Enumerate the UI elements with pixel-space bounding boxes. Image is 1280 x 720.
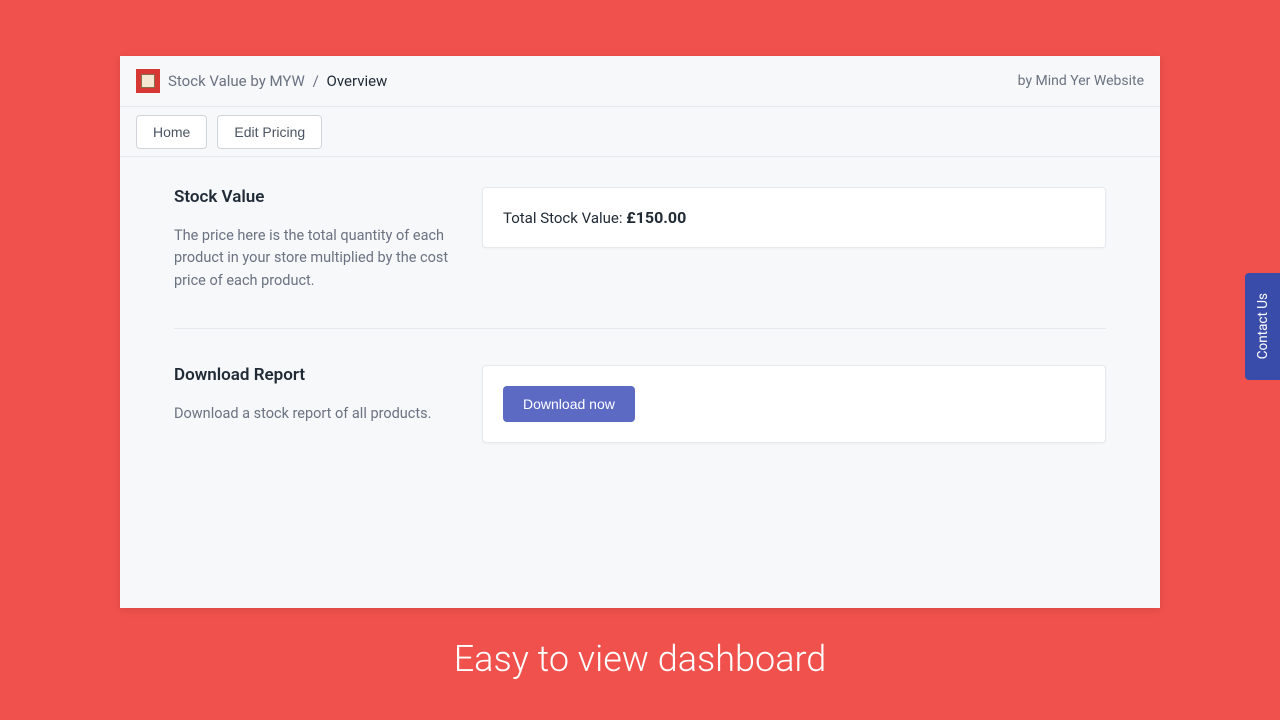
breadcrumb-separator: /	[313, 72, 319, 90]
edit-pricing-button[interactable]: Edit Pricing	[217, 115, 322, 149]
attribution-link[interactable]: by Mind Yer Website	[1018, 73, 1144, 89]
stock-value-description: The price here is the total quantity of …	[174, 225, 454, 292]
contact-us-tab[interactable]: Contact Us	[1245, 273, 1280, 380]
header: Stock Value by MYW / Overview by Mind Ye…	[120, 56, 1160, 107]
marketing-caption: Easy to view dashboard	[0, 638, 1280, 680]
download-report-card: Download now	[482, 365, 1106, 443]
content-area: Stock Value The price here is the total …	[120, 157, 1160, 509]
contact-us-label: Contact Us	[1255, 293, 1271, 359]
download-report-title: Download Report	[174, 365, 454, 385]
download-report-section: Download Report Download a stock report …	[174, 328, 1106, 479]
app-icon	[136, 69, 160, 93]
breadcrumb-app[interactable]: Stock Value by MYW	[168, 72, 305, 90]
stock-value-label: Total Stock Value:	[503, 209, 626, 227]
stock-value-title: Stock Value	[174, 187, 454, 207]
section-right: Total Stock Value: £150.00	[482, 187, 1106, 292]
toolbar: Home Edit Pricing	[120, 107, 1160, 157]
download-report-description: Download a stock report of all products.	[174, 403, 454, 425]
section-left: Stock Value The price here is the total …	[174, 187, 454, 292]
section-left: Download Report Download a stock report …	[174, 365, 454, 443]
stock-value-card: Total Stock Value: £150.00	[482, 187, 1106, 248]
stock-value-section: Stock Value The price here is the total …	[174, 187, 1106, 328]
stock-value-amount: £150.00	[626, 208, 686, 227]
app-window: Stock Value by MYW / Overview by Mind Ye…	[120, 56, 1160, 608]
breadcrumb-current: Overview	[327, 72, 388, 90]
header-left: Stock Value by MYW / Overview	[136, 69, 387, 93]
clipboard-icon	[141, 74, 155, 88]
home-button[interactable]: Home	[136, 115, 207, 149]
section-right: Download now	[482, 365, 1106, 443]
breadcrumb: Stock Value by MYW / Overview	[168, 72, 387, 90]
download-now-button[interactable]: Download now	[503, 386, 635, 422]
